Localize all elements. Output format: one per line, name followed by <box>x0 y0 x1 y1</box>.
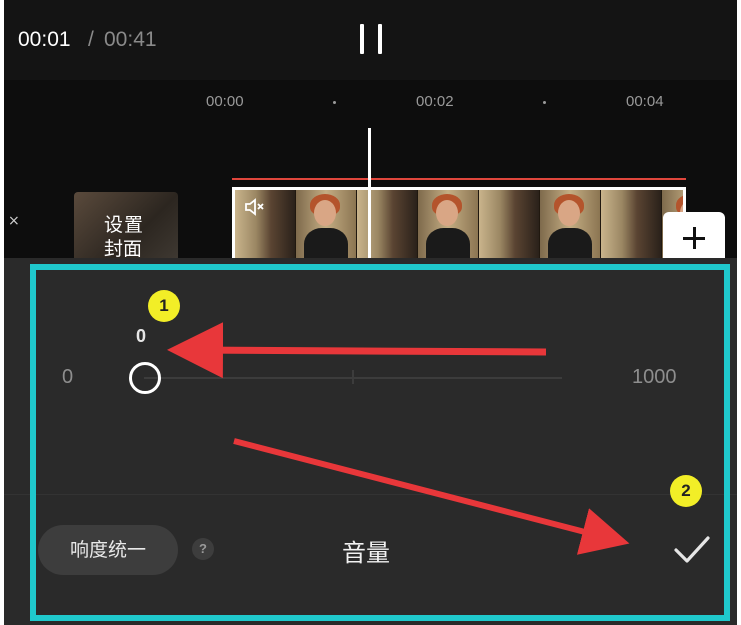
clip-frame <box>540 190 601 264</box>
set-cover-label: 设置 <box>104 214 145 236</box>
set-cover-label-2: 封面 <box>104 238 143 260</box>
ruler-label-1: 00:02 <box>416 93 454 110</box>
total-time: 00:41 <box>104 28 157 51</box>
timeline[interactable]: 00:00 00:02 00:04 × 设置 封面 <box>4 80 737 267</box>
clip-frame <box>479 190 540 264</box>
clip-frame <box>418 190 479 264</box>
video-clip[interactable] <box>232 187 686 267</box>
help-icon[interactable]: ? <box>192 538 214 560</box>
check-icon[interactable] <box>670 530 714 570</box>
clip-frame <box>601 190 662 264</box>
slider-value: 0 <box>136 326 147 346</box>
pause-icon <box>360 24 364 54</box>
audio-track-line <box>232 178 686 180</box>
loudness-normalize-button[interactable]: 响度统一 <box>38 525 178 575</box>
slider-mid-tick <box>352 370 354 384</box>
pause-button[interactable] <box>354 22 388 58</box>
clip-frame <box>296 190 357 264</box>
volume-panel: 0 0 1000 响度统一 ? 音量 <box>4 258 737 625</box>
panel-title: 音量 <box>342 539 390 567</box>
close-icon[interactable]: × <box>8 213 20 229</box>
clip-frame <box>357 190 418 264</box>
ruler-dot <box>543 101 546 104</box>
pause-icon <box>378 24 382 54</box>
slider-min-label: 0 <box>62 366 74 388</box>
step-badge-1: 1 <box>148 290 180 322</box>
ruler-label-2: 00:04 <box>626 93 664 110</box>
ruler-label-0: 00:00 <box>206 93 244 110</box>
time-separator: / <box>88 28 94 51</box>
volume-slider-knob[interactable] <box>129 362 161 394</box>
playback-bar: 00:01 / 00:41 <box>4 0 737 80</box>
app-frame: 00:01 / 00:41 00:00 00:02 00:04 × 设置 封面 <box>4 0 737 625</box>
mute-icon[interactable] <box>244 197 266 217</box>
slider-max-label: 1000 <box>632 366 677 388</box>
ruler-dot <box>333 101 336 104</box>
step-badge-2: 2 <box>670 475 702 507</box>
current-time: 00:01 <box>18 28 71 51</box>
divider <box>4 494 737 495</box>
playhead[interactable] <box>368 128 371 262</box>
